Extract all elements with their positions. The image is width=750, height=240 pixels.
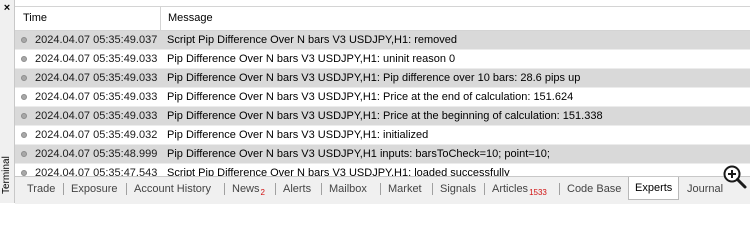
tab-experts[interactable]: Experts [628, 177, 680, 200]
tab-exposure[interactable]: Exposure [71, 180, 117, 198]
tab-separator [380, 183, 381, 195]
tab-label: Exposure [71, 183, 118, 195]
tab-mailbox[interactable]: Mailbox [329, 180, 367, 198]
tab-articles[interactable]: Articles1533 [492, 180, 547, 198]
magnifier-plus-icon[interactable] [722, 164, 748, 190]
tab-market[interactable]: Market [388, 180, 422, 198]
tab-separator [321, 183, 322, 195]
tab-separator [224, 183, 225, 195]
log-message: Pip Difference Over N bars V3 USDJPY,H1:… [167, 72, 581, 84]
column-header-message[interactable]: Message [162, 7, 213, 30]
log-message: Pip Difference Over N bars V3 USDJPY,H1:… [167, 129, 429, 141]
tab-label: Alerts [283, 183, 312, 195]
tab-label: Journal [687, 183, 724, 195]
tab-journal[interactable]: Journal [687, 180, 723, 198]
tab-label: Account History [134, 183, 212, 195]
log-time: 2024.04.07 05:35:49.033 [35, 53, 158, 65]
tab-account-history[interactable]: Account History [134, 180, 211, 198]
tab-alerts[interactable]: Alerts [283, 180, 311, 198]
tab-separator [126, 183, 127, 195]
log-message: Script Pip Difference Over N bars V3 USD… [167, 34, 457, 46]
log-rows: 2024.04.07 05:35:49.037 Script Pip Diffe… [15, 31, 750, 183]
log-time: 2024.04.07 05:35:49.033 [35, 110, 158, 122]
tab-signals[interactable]: Signals [440, 180, 476, 198]
tab-separator [484, 183, 485, 195]
experts-log-panel: Time Message 2024.04.07 05:35:49.037 Scr… [15, 6, 750, 183]
log-row[interactable]: 2024.04.07 05:35:48.999 Pip Difference O… [15, 145, 750, 164]
status-dot-icon [21, 94, 27, 100]
column-header-time[interactable]: Time [15, 7, 161, 30]
terminal-side-panel: × Terminal [0, 0, 15, 203]
log-message: Pip Difference Over N bars V3 USDJPY,H1 … [167, 148, 550, 160]
log-row[interactable]: 2024.04.07 05:35:49.033 Pip Difference O… [15, 88, 750, 107]
tab-label: Signals [440, 183, 477, 195]
status-dot-icon [21, 113, 27, 119]
tab-news[interactable]: News2 [232, 180, 265, 198]
status-dot-icon [21, 132, 27, 138]
tab-label: Market [388, 183, 422, 195]
log-row[interactable]: 2024.04.07 05:35:49.033 Pip Difference O… [15, 107, 750, 126]
tab-label: Trade [27, 183, 56, 195]
tab-trade[interactable]: Trade [27, 180, 55, 198]
log-message: Pip Difference Over N bars V3 USDJPY,H1:… [167, 53, 456, 65]
log-message: Pip Difference Over N bars V3 USDJPY,H1:… [167, 91, 574, 103]
status-dot-icon [21, 75, 27, 81]
log-row[interactable]: 2024.04.07 05:35:49.033 Pip Difference O… [15, 50, 750, 69]
log-header: Time Message [15, 7, 750, 31]
tab-label: Experts [635, 182, 673, 194]
log-row[interactable]: 2024.04.07 05:35:49.032 Pip Difference O… [15, 126, 750, 145]
status-dot-icon [21, 151, 27, 157]
log-time: 2024.04.07 05:35:49.032 [35, 129, 158, 141]
tab-separator [559, 183, 560, 195]
tab-label: Mailbox [329, 183, 367, 195]
tab-label: Articles [492, 183, 529, 195]
log-message: Pip Difference Over N bars V3 USDJPY,H1:… [167, 110, 603, 122]
log-row[interactable]: 2024.04.07 05:35:49.033 Pip Difference O… [15, 69, 750, 88]
terminal-tabbar: Trade Exposure Account History News2 Ale… [15, 176, 750, 204]
log-time: 2024.04.07 05:35:49.033 [35, 91, 158, 103]
close-icon[interactable]: × [1, 2, 13, 14]
status-dot-icon [21, 56, 27, 62]
tab-separator [432, 183, 433, 195]
tab-code-base[interactable]: Code Base [567, 180, 621, 198]
log-time: 2024.04.07 05:35:49.033 [35, 72, 158, 84]
log-time: 2024.04.07 05:35:48.999 [35, 148, 158, 160]
status-dot-icon [21, 37, 27, 43]
log-row[interactable]: 2024.04.07 05:35:49.037 Script Pip Diffe… [15, 31, 750, 50]
tab-separator [275, 183, 276, 195]
terminal-label: Terminal [1, 156, 12, 194]
log-time: 2024.04.07 05:35:49.037 [35, 34, 158, 46]
tab-label: News [232, 183, 260, 195]
tab-separator [63, 183, 64, 195]
articles-badge: 1533 [529, 188, 547, 197]
news-badge: 2 [260, 188, 265, 197]
tab-label: Code Base [567, 183, 622, 195]
